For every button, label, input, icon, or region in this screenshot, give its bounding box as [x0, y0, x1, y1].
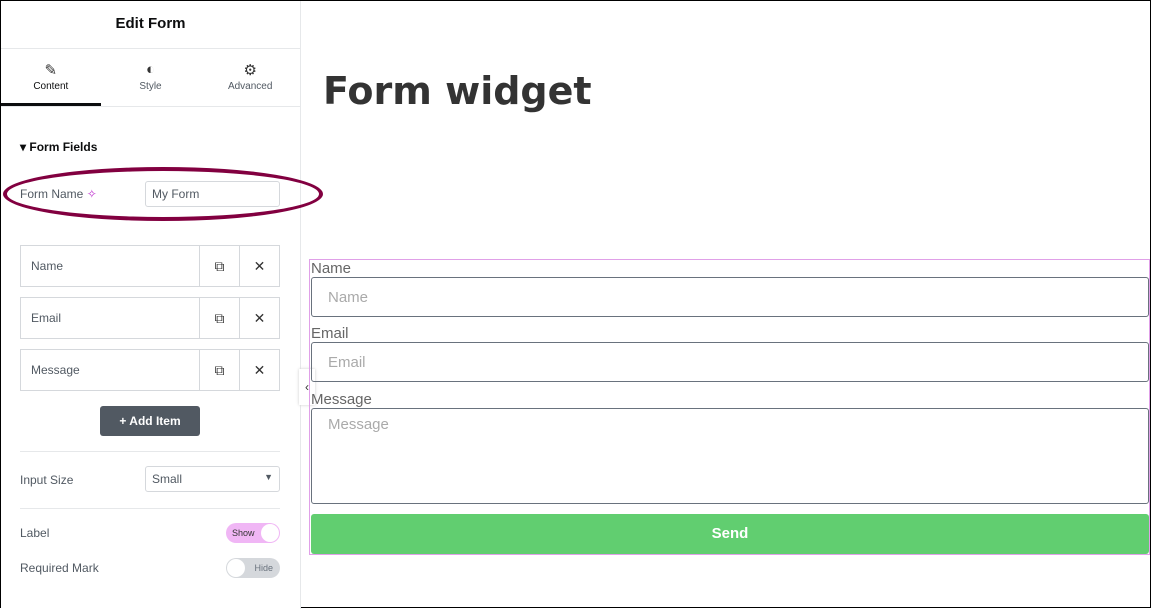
duplicate-icon[interactable]: ⧉	[199, 298, 239, 338]
duplicate-icon[interactable]: ⧉	[199, 350, 239, 390]
caret-down-icon: ▾	[20, 140, 30, 154]
close-icon[interactable]: ✕	[239, 298, 279, 338]
gear-icon: ⚙	[243, 62, 257, 79]
repeater-item[interactable]: Message ⧉ ✕	[20, 349, 280, 391]
caret-down-icon: ▼	[264, 472, 273, 482]
page-heading: Form widget	[323, 69, 592, 113]
editor-panel: Edit Form ✎ Content ◐ Style ⚙ Advanced ▾ Fo…	[1, 1, 323, 609]
contrast-icon: ◐	[145, 61, 156, 78]
repeater-item[interactable]: Name ⧉ ✕	[20, 245, 280, 287]
repeater-item[interactable]: Email ⧉ ✕	[20, 297, 280, 339]
repeater-item-title[interactable]: Message	[21, 350, 199, 390]
tab-label: Advanced	[227, 81, 273, 92]
tab-advanced[interactable]: ⚙ Advanced	[200, 49, 300, 106]
duplicate-icon[interactable]: ⧉	[199, 246, 239, 286]
form-widget[interactable]: Name Name Email Email Message Message Se…	[309, 259, 1150, 555]
email-input[interactable]: Email	[311, 342, 1149, 382]
highlight-ellipse	[3, 167, 323, 221]
label-toggle-label: Label	[20, 526, 50, 540]
divider	[20, 508, 280, 509]
pencil-icon: ✎	[44, 62, 58, 79]
send-button[interactable]: Send	[311, 514, 1149, 554]
label-toggle[interactable]: Show	[226, 523, 280, 543]
message-textarea[interactable]: Message	[311, 408, 1149, 504]
tab-label: Style	[139, 81, 162, 92]
repeater-item-title[interactable]: Email	[21, 298, 199, 338]
field-label: Message	[311, 391, 372, 408]
preview-canvas: Form widget Name Name Email Email Messag…	[302, 1, 1150, 609]
section-form-fields[interactable]: ▾ Form Fields	[20, 140, 97, 154]
toggle-knob	[227, 559, 245, 577]
panel-tabs: ✎ Content ◐ Style ⚙ Advanced	[1, 49, 300, 107]
input-size-label: Input Size	[20, 473, 74, 487]
section-title: Form Fields	[29, 140, 98, 154]
toggle-knob	[261, 524, 279, 542]
field-label: Name	[311, 260, 352, 277]
toggle-text: Show	[232, 528, 255, 538]
toggle-text: Hide	[254, 563, 273, 573]
select-value: Small	[152, 472, 183, 486]
plus-icon: +	[119, 414, 130, 428]
tab-label: Content	[33, 81, 69, 92]
close-icon[interactable]: ✕	[239, 350, 279, 390]
required-mark-toggle[interactable]: Hide	[226, 558, 280, 578]
input-size-select[interactable]: Small ▼	[145, 466, 280, 492]
add-item-button[interactable]: + Add Item	[100, 406, 200, 436]
required-mark-label: Required Mark	[20, 561, 99, 575]
tab-style[interactable]: ◐ Style	[101, 49, 201, 106]
repeater-item-title[interactable]: Name	[21, 246, 199, 286]
divider	[20, 451, 280, 452]
tab-content[interactable]: ✎ Content	[1, 49, 101, 106]
panel-title: Edit Form	[1, 1, 300, 49]
close-icon[interactable]: ✕	[239, 246, 279, 286]
field-label: Email	[311, 325, 349, 342]
name-input[interactable]: Name	[311, 277, 1149, 317]
add-item-label: Add Item	[129, 414, 181, 428]
